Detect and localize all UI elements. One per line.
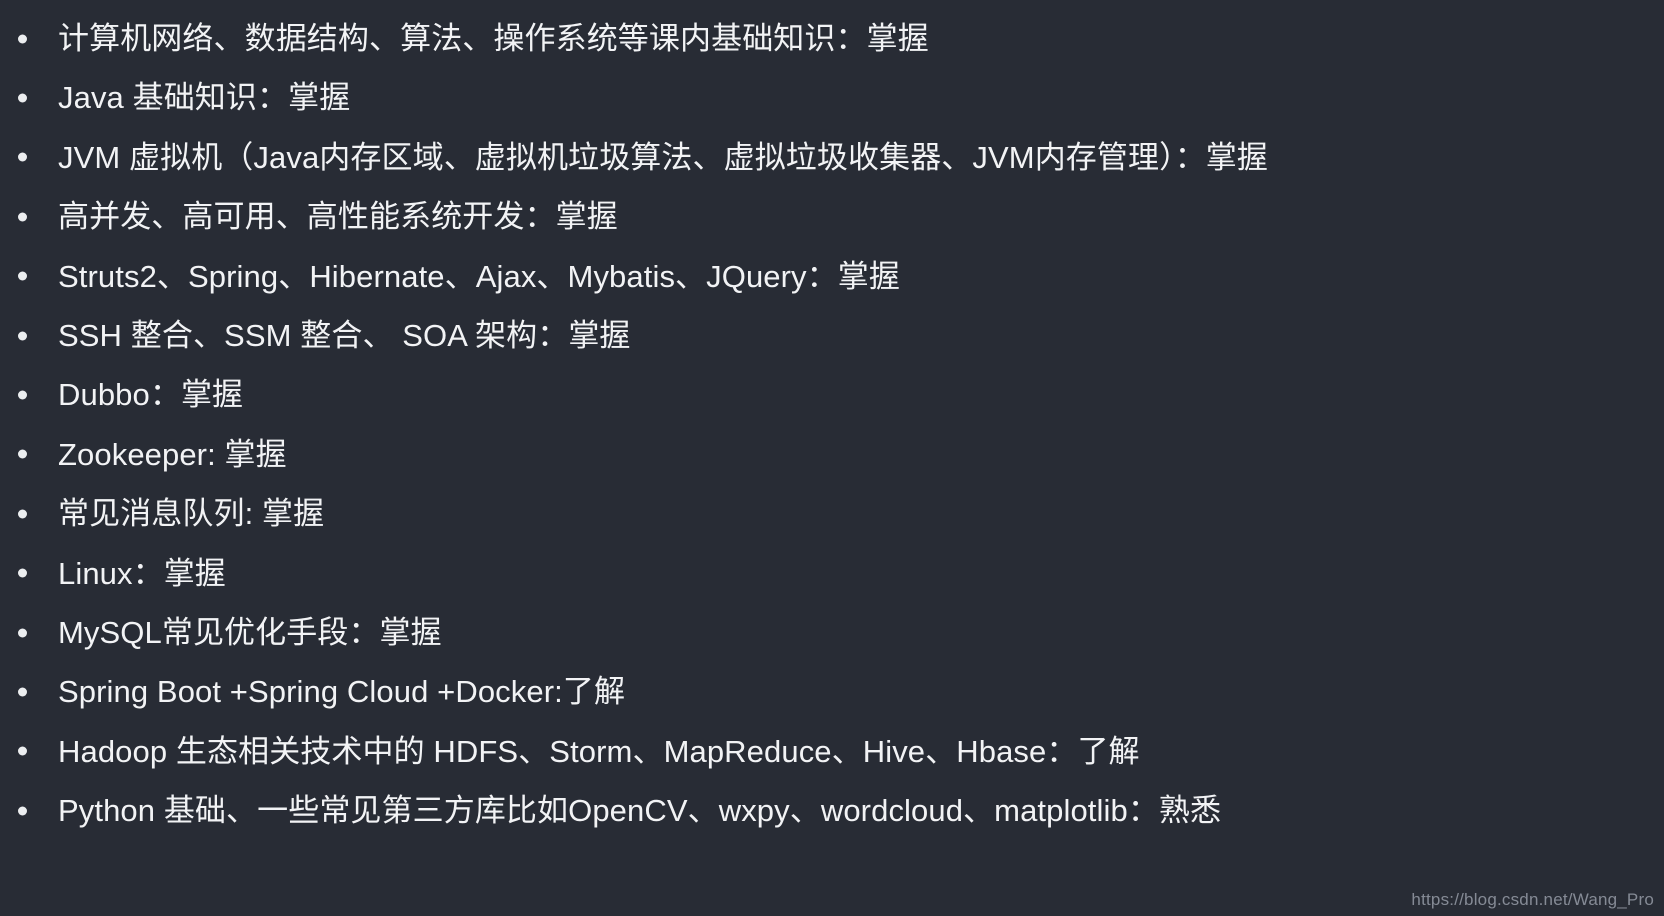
- list-item: Dubbo：掌握: [0, 365, 1664, 424]
- bullet-icon: [18, 93, 27, 103]
- skills-page: 计算机网络、数据结构、算法、操作系统等课内基础知识：掌握 Java 基础知识：掌…: [0, 0, 1664, 916]
- list-item: Zookeeper: 掌握: [0, 425, 1664, 484]
- skill-text: Spring Boot +Spring Cloud +Docker:了解: [58, 674, 626, 710]
- bullet-icon: [18, 212, 27, 222]
- list-item: 常见消息队列: 掌握: [0, 484, 1664, 543]
- bullet-icon: [18, 449, 27, 459]
- bullet-icon: [18, 628, 27, 638]
- skill-text: 高并发、高可用、高性能系统开发：掌握: [58, 199, 618, 235]
- list-item: Linux：掌握: [0, 544, 1664, 603]
- skill-text: Linux：掌握: [58, 555, 226, 591]
- bullet-icon: [18, 568, 27, 578]
- bullet-icon: [18, 509, 27, 519]
- list-item: 计算机网络、数据结构、算法、操作系统等课内基础知识：掌握: [0, 9, 1664, 68]
- skill-text: MySQL常见优化手段：掌握: [58, 614, 442, 650]
- list-item: JVM 虚拟机（Java内存区域、虚拟机垃圾算法、虚拟垃圾收集器、JVM内存管理…: [0, 128, 1664, 187]
- bullet-icon: [18, 34, 27, 44]
- skill-text: Python 基础、一些常见第三方库比如OpenCV、wxpy、wordclou…: [58, 793, 1222, 829]
- list-item: Python 基础、一些常见第三方库比如OpenCV、wxpy、wordclou…: [0, 781, 1664, 840]
- skill-text: Hadoop 生态相关技术中的 HDFS、Storm、MapReduce、Hiv…: [58, 733, 1140, 769]
- skill-text: Java 基础知识：掌握: [58, 80, 351, 116]
- list-item: SSH 整合、SSM 整合、 SOA 架构：掌握: [0, 306, 1664, 365]
- bullet-icon: [18, 331, 27, 341]
- watermark-url: https://blog.csdn.net/Wang_Pro: [1411, 890, 1654, 909]
- list-item: MySQL常见优化手段：掌握: [0, 603, 1664, 662]
- bullet-icon: [18, 271, 27, 281]
- bullet-icon: [18, 806, 27, 816]
- list-item: Struts2、Spring、Hibernate、Ajax、Mybatis、JQ…: [0, 247, 1664, 306]
- list-item: Hadoop 生态相关技术中的 HDFS、Storm、MapReduce、Hiv…: [0, 722, 1664, 781]
- skill-text: JVM 虚拟机（Java内存区域、虚拟机垃圾算法、虚拟垃圾收集器、JVM内存管理…: [58, 139, 1268, 175]
- list-item: Java 基础知识：掌握: [0, 68, 1664, 127]
- skill-list: 计算机网络、数据结构、算法、操作系统等课内基础知识：掌握 Java 基础知识：掌…: [0, 9, 1664, 840]
- skill-text: 常见消息队列: 掌握: [58, 496, 325, 532]
- list-item: Spring Boot +Spring Cloud +Docker:了解: [0, 662, 1664, 721]
- bullet-icon: [18, 152, 27, 162]
- bullet-icon: [18, 746, 27, 756]
- bullet-icon: [18, 390, 27, 400]
- skill-text: 计算机网络、数据结构、算法、操作系统等课内基础知识：掌握: [58, 21, 929, 56]
- skill-text: Dubbo：掌握: [58, 377, 244, 413]
- skill-text: SSH 整合、SSM 整合、 SOA 架构：掌握: [58, 317, 631, 353]
- bullet-icon: [18, 687, 27, 697]
- list-item: 高并发、高可用、高性能系统开发：掌握: [0, 187, 1664, 246]
- skill-text: Struts2、Spring、Hibernate、Ajax、Mybatis、JQ…: [58, 258, 900, 294]
- skill-text: Zookeeper: 掌握: [58, 436, 287, 472]
